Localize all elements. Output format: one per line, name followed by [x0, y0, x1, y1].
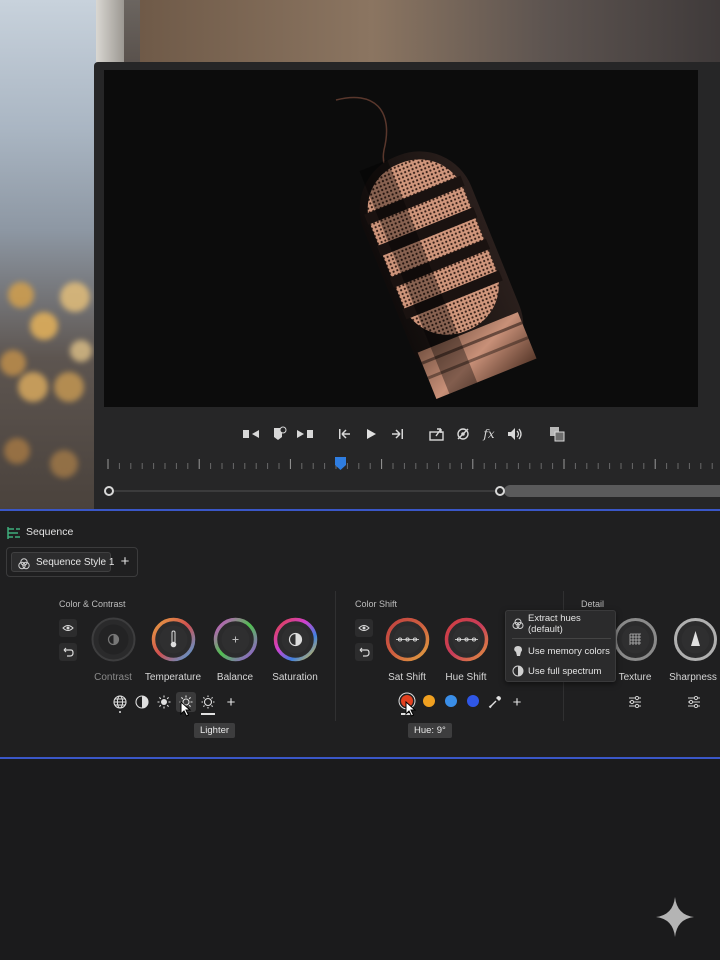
- saturation-dial[interactable]: [273, 617, 318, 662]
- memory-colors-icon: [512, 645, 524, 657]
- hue-shift-dial[interactable]: [444, 617, 489, 662]
- background-window: [0, 0, 96, 512]
- globe-icon[interactable]: [111, 693, 129, 711]
- full-spectrum-icon: [512, 665, 524, 677]
- fx-label: fx: [483, 427, 495, 441]
- reset-button[interactable]: [59, 643, 77, 661]
- darker-icon[interactable]: [155, 693, 173, 711]
- blue-swatch[interactable]: [445, 695, 457, 707]
- contrast-label: Contrast: [94, 672, 132, 683]
- add-adjustment-button[interactable]: +: [222, 693, 240, 711]
- style-icon: [18, 557, 30, 570]
- menu-item-full-spectrum[interactable]: Use full spectrum: [506, 662, 617, 680]
- extract-hues-icon: [512, 618, 524, 630]
- texture-dial[interactable]: [613, 617, 658, 662]
- lighter-tooltip: Lighter: [194, 723, 236, 738]
- window-frame: [96, 0, 124, 70]
- color-contrast-title: Color & Contrast: [59, 599, 126, 609]
- mouse-cursor-icon: [180, 700, 192, 717]
- settings-icon[interactable]: [452, 422, 474, 446]
- panel-title: Sequence: [26, 526, 74, 538]
- compare-view-icon[interactable]: [546, 422, 568, 446]
- orange-swatch[interactable]: [423, 695, 435, 707]
- reset-icon: [63, 647, 74, 657]
- sat-shift-label: Sat Shift: [388, 672, 426, 683]
- scroll-handle-right[interactable]: [495, 486, 505, 496]
- menu-separator: [512, 638, 611, 639]
- temperature-dial[interactable]: [151, 617, 196, 662]
- mouse-cursor-icon: [405, 700, 417, 717]
- fx-icon[interactable]: fx: [478, 422, 500, 446]
- active-dot: [119, 711, 121, 713]
- sequence-icon: [7, 526, 21, 540]
- mark-in-icon[interactable]: [240, 422, 262, 446]
- go-to-out-icon[interactable]: [386, 422, 408, 446]
- export-frame-icon[interactable]: [426, 422, 448, 446]
- lower-area: [0, 759, 720, 960]
- reset-icon: [359, 647, 370, 657]
- sharpness-label: Sharpness: [669, 672, 717, 683]
- selected-underline: [201, 713, 215, 715]
- style-selector: Sequence Style 1 +: [6, 547, 138, 577]
- menu-item-label: Extract hues (default): [528, 613, 581, 635]
- balance-label: Balance: [216, 672, 254, 683]
- volume-icon[interactable]: [504, 422, 526, 446]
- sat-shift-dial[interactable]: [385, 617, 430, 662]
- timeline-ruler[interactable]: [104, 456, 720, 472]
- add-style-button[interactable]: +: [117, 553, 133, 571]
- sparkle-icon: [655, 896, 695, 938]
- transport-controls: fx: [230, 422, 580, 448]
- eye-icon: [62, 625, 74, 631]
- menu-item-memory-colors[interactable]: Use memory colors: [506, 642, 617, 660]
- eye-icon: [358, 625, 370, 631]
- mark-out-icon[interactable]: [294, 422, 316, 446]
- contrast-icon[interactable]: [133, 693, 151, 711]
- add-color-button[interactable]: +: [508, 693, 526, 711]
- detail-title: Detail: [581, 599, 605, 609]
- saturation-label: Saturation: [272, 672, 318, 683]
- menu-item-label: Use memory colors: [528, 645, 610, 657]
- go-to-in-icon[interactable]: [334, 422, 356, 446]
- menu-item-extract-hues[interactable]: Extract hues (default): [506, 613, 617, 635]
- visibility-toggle[interactable]: [355, 619, 373, 637]
- menu-item-label: Use full spectrum: [528, 665, 602, 677]
- contrast-dial[interactable]: [91, 617, 136, 662]
- visibility-toggle[interactable]: [59, 619, 77, 637]
- balance-dial[interactable]: [213, 617, 258, 662]
- background-wall: [140, 0, 720, 64]
- color-shift-title: Color Shift: [355, 599, 398, 609]
- hue-extraction-menu: Extract hues (default) Use memory colors…: [505, 610, 616, 682]
- brightness-icon[interactable]: [199, 693, 217, 711]
- playhead-marker[interactable]: [335, 457, 346, 470]
- temperature-label: Temperature: [144, 672, 202, 683]
- deep-blue-swatch[interactable]: [467, 695, 479, 707]
- add-marker-icon[interactable]: [268, 422, 290, 446]
- sharpness-settings-icon[interactable]: [685, 693, 703, 711]
- texture-settings-icon[interactable]: [626, 693, 644, 711]
- hue-tooltip: Hue: 9°: [408, 723, 452, 738]
- section-divider: [335, 591, 336, 721]
- scroll-handle-left[interactable]: [104, 486, 114, 496]
- eyedropper-icon[interactable]: [486, 693, 504, 711]
- style-chip-label: Sequence Style 1: [36, 557, 115, 568]
- zoom-scroll-bar[interactable]: [104, 484, 720, 498]
- play-icon[interactable]: [360, 422, 382, 446]
- sharpness-dial[interactable]: [673, 617, 718, 662]
- hue-shift-label: Hue Shift: [445, 672, 487, 683]
- reset-button[interactable]: [355, 643, 373, 661]
- video-preview[interactable]: [104, 70, 698, 407]
- microphone-image: [335, 96, 537, 399]
- style-chip[interactable]: Sequence Style 1: [11, 552, 115, 572]
